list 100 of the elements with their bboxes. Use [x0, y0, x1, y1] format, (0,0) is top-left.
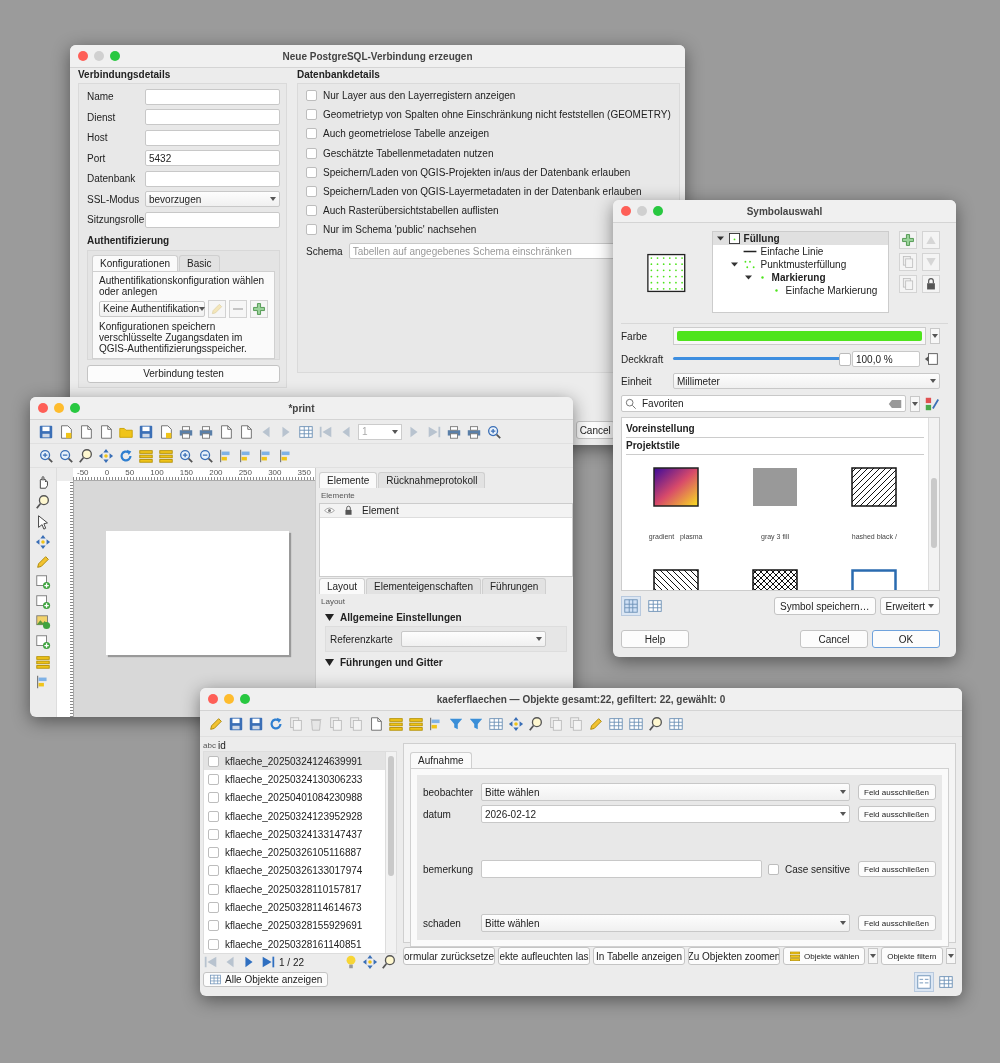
checkbox[interactable]: [306, 205, 317, 217]
close-button[interactable]: [621, 206, 631, 216]
remove-button[interactable]: [229, 299, 247, 318]
copy-icon[interactable]: [328, 715, 344, 732]
show-all-button[interactable]: Alle Objekte anzeigen: [203, 972, 329, 988]
save-icon[interactable]: [38, 423, 54, 440]
layers-icon[interactable]: [138, 447, 154, 464]
form-view-icon[interactable]: [914, 972, 934, 992]
refresh-icon[interactable]: [118, 447, 134, 464]
tab[interactable]: Rücknahmeprotokoll: [378, 472, 486, 488]
add-item-icon[interactable]: [35, 574, 51, 590]
exclude-field-button[interactable]: Feld ausschließen: [858, 784, 936, 800]
printer-icon[interactable]: [198, 423, 214, 440]
checkbox[interactable]: [208, 920, 219, 932]
move-icon[interactable]: [98, 447, 114, 464]
feature-item[interactable]: kflaeche_20250326133017974: [204, 861, 385, 881]
select-field[interactable]: Bitte wählen: [481, 914, 850, 932]
checkbox[interactable]: [208, 755, 219, 767]
checkbox[interactable]: [208, 902, 219, 913]
tab[interactable]: Elementeigenschaften: [366, 578, 481, 594]
tree-item[interactable]: Füllung: [712, 232, 888, 245]
add-item-icon[interactable]: [35, 594, 51, 610]
maximize-button[interactable]: [110, 51, 120, 61]
data-defined-icon[interactable]: [924, 351, 940, 367]
close-button[interactable]: [78, 51, 88, 61]
checkbox[interactable]: [306, 147, 317, 159]
style-swatch[interactable]: [752, 467, 798, 507]
layers-icon[interactable]: [35, 654, 51, 670]
tab[interactable]: Layout: [319, 578, 366, 594]
checkbox[interactable]: [208, 810, 219, 822]
input-field[interactable]: [145, 109, 280, 126]
color-button[interactable]: [673, 327, 926, 345]
copy-icon[interactable]: [568, 715, 584, 732]
tab[interactable]: Führungen: [482, 578, 547, 594]
checkbox[interactable]: [306, 109, 317, 121]
style-swatch[interactable]: [652, 467, 699, 507]
search-icon[interactable]: [648, 715, 664, 732]
checkbox[interactable]: [767, 863, 779, 875]
select-field[interactable]: Millimeter: [673, 373, 940, 389]
feature-item[interactable]: kflaeche_20250328155929691: [204, 916, 385, 935]
save-icon[interactable]: [138, 423, 154, 440]
add-button[interactable]: [250, 299, 268, 318]
input-field[interactable]: [145, 129, 280, 146]
printer-icon[interactable]: [178, 423, 194, 440]
filter-features-button[interactable]: Objekte filtern: [881, 947, 943, 965]
maximize-button[interactable]: [240, 694, 250, 704]
tab[interactable]: Elemente: [319, 472, 378, 488]
pencil-icon[interactable]: [588, 715, 604, 732]
document-icon[interactable]: [98, 423, 114, 440]
feature-item[interactable]: kflaeche_20250324133147437: [204, 825, 385, 844]
tree-item[interactable]: Einfache Markierung: [712, 284, 888, 297]
feature-item[interactable]: kflaeche_20250324124639991: [204, 752, 385, 771]
layers-icon[interactable]: [158, 447, 174, 464]
opacity-field[interactable]: 100,0 %: [852, 351, 920, 367]
scrollbar[interactable]: [928, 418, 939, 590]
input-field[interactable]: [145, 170, 280, 187]
document-icon[interactable]: [78, 423, 94, 440]
zoom-out-icon[interactable]: [58, 447, 74, 464]
cursor-icon[interactable]: [35, 514, 51, 530]
feature-item[interactable]: kflaeche_20250401084230988: [204, 788, 385, 807]
cancel-button[interactable]: Cancel: [575, 421, 615, 439]
select-field[interactable]: Keine Authentifikation: [99, 300, 205, 317]
date-field[interactable]: 2026-02-12: [481, 805, 850, 823]
style-swatch[interactable]: [851, 467, 898, 507]
pencil-icon[interactable]: [208, 715, 224, 732]
printer-icon[interactable]: [446, 423, 462, 440]
table-icon[interactable]: [608, 715, 624, 732]
select-field[interactable]: Bitte wählen: [481, 783, 850, 801]
dropdown-button[interactable]: [910, 395, 920, 412]
search-icon[interactable]: [381, 954, 397, 971]
minimize-button[interactable]: [637, 206, 647, 216]
checkbox[interactable]: [208, 792, 219, 804]
add-item-icon[interactable]: [35, 634, 51, 650]
triangle-up-icon[interactable]: [922, 231, 940, 249]
edit-button[interactable]: [208, 299, 226, 318]
minimize-button[interactable]: [224, 694, 234, 704]
move-icon[interactable]: [35, 534, 51, 550]
expander-icon[interactable]: [325, 613, 334, 622]
tab[interactable]: Konfigurationen: [92, 254, 179, 271]
action-button[interactable]: ormular zurücksetze: [403, 947, 495, 965]
minimize-button[interactable]: [54, 403, 64, 413]
search-icon[interactable]: [528, 715, 544, 732]
feature-item[interactable]: kflaeche_20250324130306233: [204, 770, 385, 789]
layers-icon[interactable]: [388, 715, 404, 732]
minimize-button[interactable]: [94, 51, 104, 61]
dropdown-button[interactable]: [945, 948, 956, 964]
lock-icon[interactable]: [922, 275, 940, 293]
document-icon[interactable]: [58, 423, 74, 440]
checkbox[interactable]: [208, 883, 219, 895]
input-field[interactable]: [481, 860, 762, 878]
maximize-button[interactable]: [70, 403, 80, 413]
copy-icon[interactable]: [899, 253, 917, 271]
feature-item[interactable]: kflaeche_20250324123952928: [204, 806, 385, 826]
maximize-button[interactable]: [653, 206, 663, 216]
document-icon[interactable]: [368, 715, 384, 732]
checkbox[interactable]: [208, 847, 219, 859]
feature-item[interactable]: kflaeche_20250326105116887: [204, 843, 385, 862]
exclude-field-button[interactable]: Feld ausschließen: [858, 915, 936, 931]
close-button[interactable]: [38, 403, 48, 413]
checkbox[interactable]: [208, 865, 219, 877]
